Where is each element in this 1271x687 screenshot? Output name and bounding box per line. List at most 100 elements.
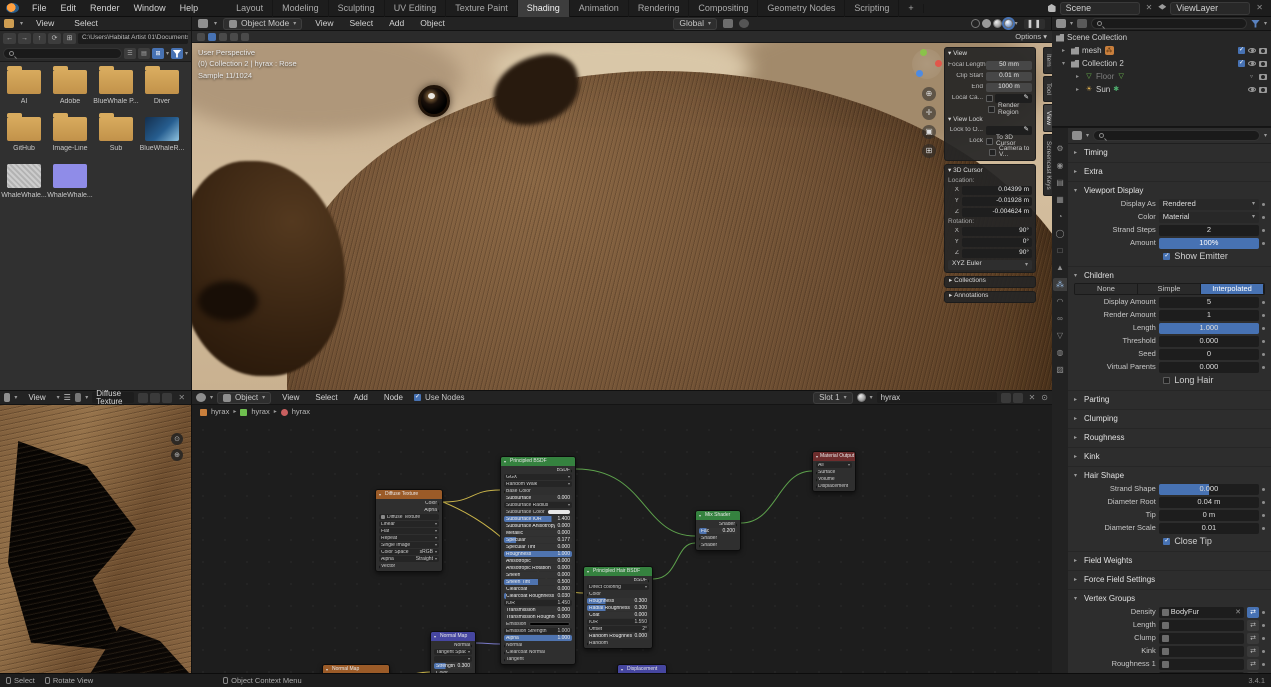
use-nodes-checkbox[interactable] bbox=[414, 394, 421, 401]
annotate-float-button[interactable]: ⊙ bbox=[171, 433, 183, 445]
properties-tab-icon[interactable]: ▽ bbox=[1053, 329, 1067, 342]
invert-vertex-group-button[interactable]: ⇄ bbox=[1247, 659, 1259, 670]
image-texture-node[interactable]: ▾Diffuse Texture ColorAlphaDiffuse Textu… bbox=[375, 489, 443, 572]
solid-shading-button[interactable] bbox=[982, 19, 991, 28]
animate-dot[interactable] bbox=[1262, 624, 1265, 627]
children-setting-field[interactable]: 0 bbox=[1159, 349, 1259, 360]
node-row[interactable]: Shader bbox=[699, 542, 737, 548]
node-row[interactable]: Metallic0.000 bbox=[504, 530, 572, 536]
node-row[interactable]: Subsurface IOR1.400 bbox=[504, 516, 572, 522]
snap-magnet-icon[interactable] bbox=[723, 19, 733, 28]
vertex-group-field[interactable]: ✕ bbox=[1159, 633, 1244, 644]
node-row[interactable]: Coat0.000 bbox=[587, 612, 649, 618]
shader-editor-icon[interactable] bbox=[196, 393, 206, 402]
hair-shape-field[interactable]: 0 m bbox=[1159, 510, 1259, 521]
cursor-panel-title[interactable]: ▾ 3D Cursor bbox=[948, 168, 1032, 175]
invert-vertex-group-button[interactable]: ⇄ bbox=[1247, 633, 1259, 644]
rendered-shading-button[interactable] bbox=[1004, 19, 1013, 28]
amount-slider[interactable]: 100% bbox=[1159, 238, 1259, 249]
file-browser-view-menu[interactable]: View bbox=[29, 19, 61, 28]
node-row[interactable]: Anisotropic Rotation0.000 bbox=[504, 565, 572, 571]
outliner-row-collection-2[interactable]: ▾ Collection 2 bbox=[1052, 57, 1271, 70]
node-row[interactable]: Repeat bbox=[379, 535, 439, 541]
rotation-order-dropdown[interactable]: XYZ Euler▾ bbox=[948, 260, 1032, 270]
node-header[interactable]: ▾Diffuse Texture bbox=[376, 490, 442, 499]
blender-logo-icon[interactable] bbox=[6, 3, 19, 13]
menu-item[interactable]: Help bbox=[173, 4, 206, 13]
pin-icon[interactable]: ⊙ bbox=[1041, 394, 1048, 402]
pause-render-button[interactable]: ❚❚ bbox=[1024, 19, 1045, 29]
file-item[interactable]: BlueWhale P... bbox=[94, 70, 138, 105]
hair-shape-field[interactable]: 0.000 bbox=[1159, 484, 1259, 495]
outliner-filter-icon[interactable] bbox=[1077, 19, 1087, 28]
fur-texture-image[interactable]: ⊙ ⊕ bbox=[0, 405, 191, 674]
normal-texture-node[interactable]: ▾Normal Map Color bbox=[322, 664, 390, 673]
invert-vertex-group-button[interactable]: ⇄ bbox=[1247, 620, 1259, 631]
node-row[interactable]: IOR1.550 bbox=[587, 619, 649, 625]
panel-header[interactable]: ▾Vertex Groups bbox=[1068, 592, 1271, 605]
node-row[interactable]: Normal bbox=[504, 642, 572, 648]
setting-value[interactable]: 50 mm bbox=[986, 61, 1032, 70]
animate-dot[interactable] bbox=[1262, 353, 1265, 356]
vertex-group-field[interactable]: ✕ bbox=[1159, 659, 1244, 670]
material-slot-selector[interactable]: Slot 1▾ bbox=[813, 392, 852, 404]
animate-dot[interactable] bbox=[1262, 203, 1265, 206]
annotations-panel-header[interactable]: ▸ Annotations bbox=[944, 291, 1036, 303]
file-search-input[interactable] bbox=[3, 48, 122, 59]
properties-tab-icon[interactable]: ◠ bbox=[1053, 295, 1067, 308]
node-row[interactable]: Clearcoat Roughness0.030 bbox=[504, 593, 572, 599]
editor-type-icon[interactable] bbox=[198, 19, 208, 28]
node-row[interactable]: Subsurface Anisotropy0.000 bbox=[504, 523, 572, 529]
hide-viewport-eye-icon[interactable] bbox=[1248, 48, 1256, 53]
move-view-button[interactable]: ✛ bbox=[922, 106, 936, 120]
panel-header[interactable]: ▾Viewport Display bbox=[1068, 184, 1271, 197]
node-row[interactable]: IOR1.450 bbox=[504, 600, 572, 606]
workspace-tab[interactable]: Modeling bbox=[273, 0, 329, 17]
collapsed-panel-header[interactable]: ▸Extra bbox=[1068, 165, 1271, 178]
zoom-float-button[interactable]: ⊕ bbox=[171, 449, 183, 461]
animate-dot[interactable] bbox=[1262, 301, 1265, 304]
axis-y-handle[interactable] bbox=[920, 49, 927, 56]
node-row[interactable]: Offset2° bbox=[587, 626, 649, 632]
panel-header[interactable]: ▾Children bbox=[1068, 269, 1271, 282]
animate-dot[interactable] bbox=[1262, 340, 1265, 343]
color-dropdown[interactable]: Material bbox=[1159, 212, 1259, 223]
camera-view-button[interactable]: ▣ bbox=[922, 125, 936, 139]
menu-item[interactable]: File bbox=[25, 4, 54, 13]
scene-unlink-icon[interactable]: ✕ bbox=[1144, 4, 1155, 12]
sidebar-tab[interactable]: Item bbox=[1043, 47, 1053, 74]
folder-icon[interactable] bbox=[4, 19, 14, 28]
panel-header[interactable]: ▾Hair Shape bbox=[1068, 469, 1271, 482]
hide-viewport-eye-icon[interactable] bbox=[1248, 61, 1256, 66]
node-row[interactable]: Color SpacesRGB bbox=[379, 549, 439, 555]
long-hair-checkbox[interactable] bbox=[1163, 377, 1170, 384]
breadcrumb-mesh[interactable]: hyrax bbox=[251, 408, 269, 416]
filter-funnel-icon[interactable] bbox=[1251, 20, 1260, 28]
chevron-down-icon[interactable]: ▾ bbox=[166, 51, 169, 57]
breadcrumb-material[interactable]: hyrax bbox=[292, 408, 310, 416]
animate-dot[interactable] bbox=[1262, 229, 1265, 232]
file-item[interactable]: WhaleWhale... bbox=[48, 164, 92, 199]
children-setting-field[interactable]: 0.000 bbox=[1159, 362, 1259, 373]
node-row[interactable]: Diffuse Texture bbox=[379, 514, 439, 520]
node-header[interactable]: ▾Displacement bbox=[618, 665, 666, 673]
animate-dot[interactable] bbox=[1262, 527, 1265, 530]
node-header[interactable]: ▾Principled BSDF bbox=[501, 457, 575, 466]
invert-vertex-group-button[interactable]: ⇄ bbox=[1247, 607, 1259, 618]
new-folder-button[interactable]: ⊞ bbox=[63, 33, 76, 44]
axis-x-handle[interactable] bbox=[935, 60, 942, 67]
outliner-row-sun[interactable]: ▸ ☀ Sun ✱ bbox=[1052, 83, 1271, 96]
axis-value-field[interactable]: 90° bbox=[962, 227, 1032, 236]
sidebar-tab[interactable]: Screencast Keys bbox=[1043, 134, 1053, 197]
animate-dot[interactable] bbox=[1262, 327, 1265, 330]
proportional-edit-icon[interactable] bbox=[739, 19, 749, 28]
toggle-perspective-button[interactable]: ⊞ bbox=[922, 144, 936, 158]
workspace-tab[interactable]: Layout bbox=[227, 0, 273, 17]
outliner-editor-icon[interactable] bbox=[1056, 19, 1066, 28]
properties-tab-icon[interactable]: ◯ bbox=[1053, 227, 1067, 240]
node-row[interactable]: BSDF bbox=[587, 577, 649, 583]
transform-orientation-selector[interactable]: Global▾ bbox=[673, 18, 717, 30]
properties-tab-icon[interactable]: □ bbox=[1053, 244, 1067, 257]
axis-value-field[interactable]: 0.04399 m bbox=[962, 186, 1032, 195]
node-row[interactable] bbox=[434, 656, 472, 662]
